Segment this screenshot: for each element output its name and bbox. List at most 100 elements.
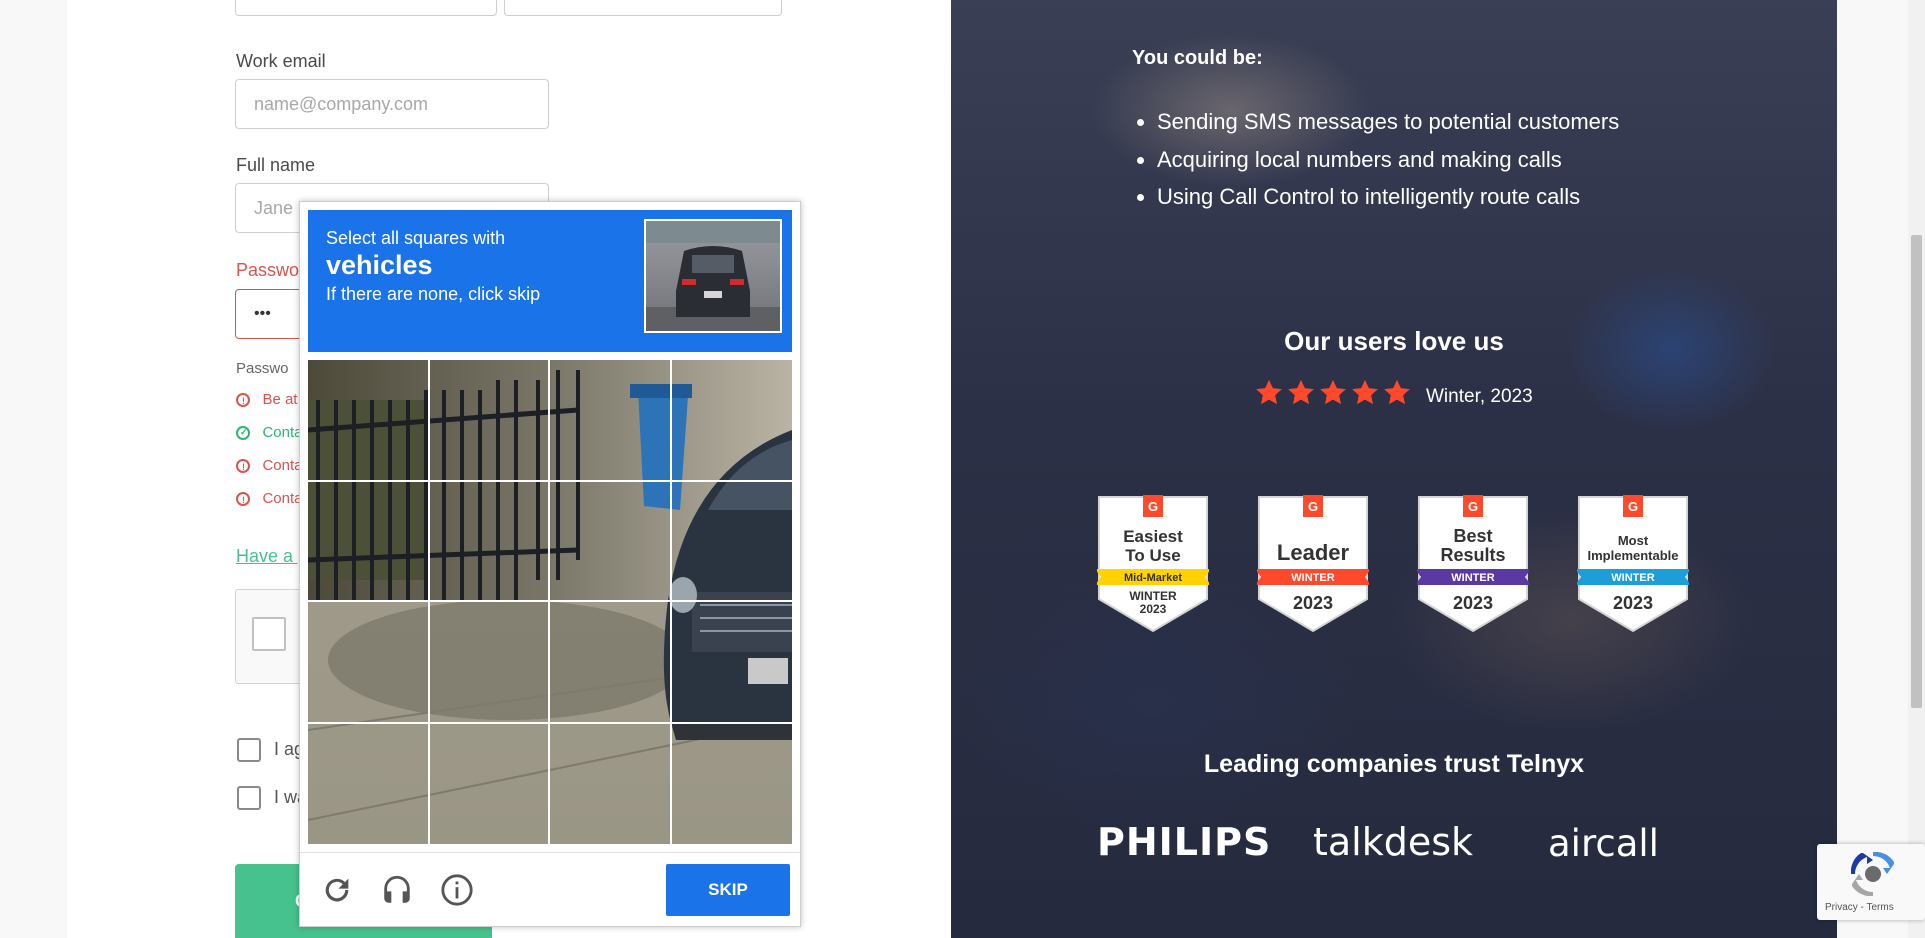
star-icon xyxy=(1384,379,1410,405)
captcha-tile[interactable] xyxy=(672,482,792,602)
password-requirement: ! Be at xyxy=(236,391,297,409)
hero-bullet: Sending SMS messages to potential custom… xyxy=(1157,103,1619,141)
captcha-divider xyxy=(300,852,800,853)
hero-bullet: Using Call Control to intelligently rout… xyxy=(1157,178,1619,216)
password-requirement: ✓ Conta xyxy=(236,424,302,442)
captcha-tile[interactable] xyxy=(672,724,792,844)
full-name-placeholder: Jane xyxy=(254,197,294,218)
captcha-tile[interactable] xyxy=(550,724,672,844)
badge-title-line: Leader xyxy=(1277,540,1350,565)
g2-badge-leader: G Leader WINTER 2023 xyxy=(1255,495,1371,633)
recaptcha-logo-icon xyxy=(1851,852,1894,896)
captcha-header: Select all squares with vehicles If ther… xyxy=(308,210,792,352)
captcha-instruction: Select all squares with xyxy=(326,228,506,248)
badge-ribbon: WINTER xyxy=(1451,572,1494,584)
check-circle-icon: ✓ xyxy=(236,425,250,440)
badge-title-line: Results xyxy=(1440,545,1505,565)
badge-footer-line: 2023 xyxy=(1293,593,1333,613)
badge-footer-line: WINTER xyxy=(1129,589,1177,603)
star-icon xyxy=(1352,379,1378,405)
trust-heading: Leading companies trust Telnyx xyxy=(1203,750,1585,778)
password-label: Passwo xyxy=(236,260,300,280)
error-circle-icon: ! xyxy=(236,392,250,407)
svg-text:G: G xyxy=(1148,499,1158,514)
marketing-optin-checkbox[interactable] xyxy=(237,786,261,810)
captcha-image-grid xyxy=(308,360,792,844)
work-email-placeholder: name@company.com xyxy=(254,93,429,114)
hero-bullet-list: Sending SMS messages to potential custom… xyxy=(1132,103,1619,216)
svg-text:G: G xyxy=(1628,499,1638,514)
badge-title-line: Easiest xyxy=(1123,527,1183,546)
error-circle-icon: ! xyxy=(236,458,250,473)
star-icon xyxy=(1256,379,1282,405)
audio-headphones-icon[interactable] xyxy=(380,873,414,907)
rating-label: Winter, 2023 xyxy=(1426,386,1533,407)
password-requirement: ! Conta xyxy=(236,490,302,508)
g2-badge-most-implementable: G Most Implementable WINTER 2023 xyxy=(1575,495,1691,633)
badge-title-line: Implementable xyxy=(1587,548,1678,563)
hero-intro: You could be: xyxy=(1132,47,1263,69)
requirement-text: Be at xyxy=(262,391,298,408)
captcha-tile[interactable] xyxy=(430,602,550,724)
philips-logo: PHILIPS xyxy=(1097,820,1272,864)
badge-title-line: Most xyxy=(1618,533,1649,548)
badge-shape: G Best Results WINTER 2023 xyxy=(1415,495,1531,633)
badge-title-line: Best xyxy=(1453,526,1492,546)
work-email-label: Work email xyxy=(236,51,326,71)
hero-panel: You could be: Sending SMS messages to po… xyxy=(951,0,1837,938)
g2-badge-easiest-to-use: G Easiest To Use Mid-Market WINTER 2023 xyxy=(1095,495,1211,633)
badge-footer-line: 2023 xyxy=(1453,593,1493,613)
badge-footer-line: 2023 xyxy=(1140,602,1167,616)
captcha-tile[interactable] xyxy=(430,360,550,482)
password-hint-label: Passwo xyxy=(236,360,289,377)
last-name-input[interactable] xyxy=(504,0,782,16)
badge-ribbon: Mid-Market xyxy=(1124,572,1182,584)
captcha-tile[interactable] xyxy=(308,360,430,482)
recaptcha-badge[interactable]: Privacy - Terms xyxy=(1817,844,1925,920)
reload-icon[interactable] xyxy=(320,873,354,907)
password-requirement: ! Conta xyxy=(236,457,302,475)
car-rear-icon xyxy=(646,221,780,331)
captcha-tile[interactable] xyxy=(308,482,430,602)
star-icon xyxy=(1288,379,1314,405)
scrollbar-thumb[interactable] xyxy=(1911,235,1922,708)
captcha-target-word: vehicles xyxy=(326,250,433,280)
info-icon[interactable] xyxy=(440,873,474,907)
badge-shape: G Leader WINTER 2023 xyxy=(1255,495,1371,633)
captcha-challenge-dialog: Select all squares with vehicles If ther… xyxy=(299,201,801,927)
captcha-tile[interactable] xyxy=(308,724,430,844)
badge-shape: G Easiest To Use Mid-Market WINTER 2023 xyxy=(1095,495,1211,633)
captcha-tile[interactable] xyxy=(550,602,672,724)
star-icon xyxy=(1320,379,1346,405)
talkdesk-logo: talkdesk xyxy=(1313,820,1474,864)
requirement-text: Conta xyxy=(262,424,303,441)
star-rating xyxy=(1254,378,1412,408)
captcha-tile[interactable] xyxy=(430,724,550,844)
recaptcha-checkbox[interactable] xyxy=(252,617,286,651)
requirement-text: Conta xyxy=(262,490,303,507)
hero-bullet: Acquiring local numbers and making calls xyxy=(1157,141,1619,179)
badge-shape: G Most Implementable WINTER 2023 xyxy=(1575,495,1691,633)
captcha-tile[interactable] xyxy=(430,482,550,602)
captcha-tile[interactable] xyxy=(550,360,672,482)
badge-footer-line: 2023 xyxy=(1613,593,1653,613)
requirement-text: Conta xyxy=(262,457,303,474)
captcha-tile[interactable] xyxy=(308,602,430,724)
work-email-input[interactable]: name@company.com xyxy=(235,79,549,129)
svg-text:G: G xyxy=(1468,499,1478,514)
first-name-input[interactable] xyxy=(235,0,497,16)
agree-terms-checkbox[interactable] xyxy=(237,738,261,762)
badge-ribbon: WINTER xyxy=(1291,572,1334,584)
skip-button[interactable]: SKIP xyxy=(666,864,790,916)
badge-title-line: To Use xyxy=(1125,546,1180,565)
svg-text:G: G xyxy=(1308,499,1318,514)
recaptcha-privacy-terms[interactable]: Privacy - Terms xyxy=(1825,902,1894,913)
captcha-tile[interactable] xyxy=(672,360,792,482)
error-circle-icon: ! xyxy=(236,491,250,506)
captcha-example-image xyxy=(644,219,782,333)
have-promo-code-link[interactable]: Have a p xyxy=(236,546,308,567)
captcha-skip-hint: If there are none, click skip xyxy=(326,284,541,304)
g2-badge-best-results: G Best Results WINTER 2023 xyxy=(1415,495,1531,633)
captcha-tile[interactable] xyxy=(672,602,792,724)
captcha-tile[interactable] xyxy=(550,482,672,602)
